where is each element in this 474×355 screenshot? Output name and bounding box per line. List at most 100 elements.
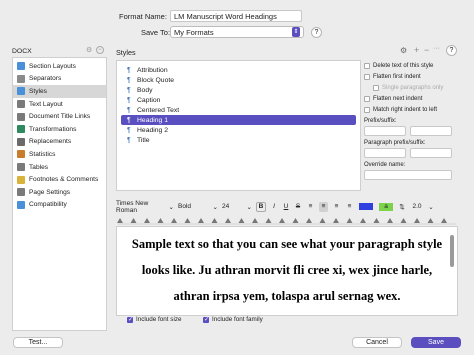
style-option[interactable]: Flatten next indent	[364, 93, 459, 104]
highlight-swatch: a	[379, 202, 393, 211]
tab-stop-marker[interactable]	[292, 218, 299, 223]
strikethrough-button[interactable]: S	[294, 202, 302, 212]
highlight-color-well[interactable]: a	[378, 202, 394, 212]
tab-stop-marker[interactable]	[225, 218, 231, 223]
help-button[interactable]: ?	[311, 27, 322, 38]
include-font-size-option[interactable]: Include font size	[127, 316, 182, 323]
tab-stop-marker[interactable]	[279, 218, 285, 223]
style-item[interactable]: ¶ Centered Text	[121, 105, 356, 115]
line-spacing-icon[interactable]: ⇅	[398, 202, 406, 212]
align-left-icon[interactable]: ≡	[306, 202, 315, 212]
sidebar-item-page-settings[interactable]: Page Settings	[13, 186, 106, 199]
preview-scrollbar[interactable]	[450, 235, 454, 267]
style-item[interactable]: ¶ Title	[121, 135, 356, 145]
ruler[interactable]	[116, 215, 458, 225]
tab-stop-marker[interactable]	[157, 218, 164, 223]
style-option[interactable]: Match right indent to left	[364, 104, 459, 115]
line-spacing-value[interactable]: 2.0	[410, 202, 424, 212]
tab-stop-marker[interactable]	[441, 218, 447, 223]
tab-stop-marker[interactable]	[414, 218, 420, 223]
style-item[interactable]: ¶ Heading 2	[121, 125, 356, 135]
align-center-icon[interactable]: ≡	[319, 201, 328, 212]
chevron-down-icon: ⌄	[212, 203, 218, 211]
tab-stop-marker[interactable]	[130, 218, 137, 223]
remove-icon[interactable]: −	[96, 46, 104, 54]
sidebar-item-transformations[interactable]: Transformations	[13, 123, 106, 136]
style-item-label: Caption	[137, 96, 161, 104]
sidebar-item-tables[interactable]: Tables	[13, 161, 106, 174]
save-to-select[interactable]: My Formats ⇕	[170, 26, 304, 38]
prefix-field[interactable]	[364, 126, 406, 136]
include-font-family-option[interactable]: Include font family	[203, 316, 263, 323]
chevron-down-icon[interactable]: ⌄	[428, 202, 434, 212]
text-color-well[interactable]	[358, 202, 374, 212]
style-item[interactable]: ¶ Attribution	[121, 65, 356, 75]
size-select[interactable]: 24 ⌄	[222, 202, 252, 212]
style-item[interactable]: ¶ Caption	[121, 95, 356, 105]
option-checkbox[interactable]	[364, 106, 370, 113]
sidebar-item-replacements[interactable]: Replacements	[13, 136, 106, 149]
option-checkbox[interactable]	[364, 62, 370, 69]
align-justify-icon[interactable]: ≡	[345, 202, 354, 212]
sidebar-item-text-layout[interactable]: Text Layout	[13, 98, 106, 111]
gear-icon[interactable]: ⚙	[400, 46, 407, 55]
sidebar-item-section-layouts[interactable]: Section Layouts	[13, 60, 106, 73]
paragraph-suffix-field[interactable]	[410, 148, 452, 158]
include-font-family-checkbox[interactable]	[203, 316, 209, 323]
weight-select[interactable]: Bold ⌄	[178, 202, 218, 212]
suffix-field[interactable]	[410, 126, 452, 136]
tab-stop-marker[interactable]	[117, 218, 123, 223]
align-right-icon[interactable]: ≡	[332, 202, 341, 212]
include-font-size-checkbox[interactable]	[127, 316, 133, 323]
tab-stop-marker[interactable]	[171, 218, 177, 223]
test-button[interactable]: Test...	[13, 337, 63, 348]
paragraph-prefix-field[interactable]	[364, 148, 406, 158]
format-type-select[interactable]: DOCX	[12, 45, 107, 57]
remove-style-icon[interactable]: −	[424, 45, 429, 55]
tab-stop-marker[interactable]	[427, 218, 434, 223]
tab-stop-marker[interactable]	[333, 218, 339, 223]
tab-stop-marker[interactable]	[252, 218, 258, 223]
tab-stop-marker[interactable]	[360, 218, 366, 223]
tab-stop-marker[interactable]	[387, 218, 393, 223]
italic-button[interactable]: I	[270, 202, 278, 212]
format-name-field[interactable]: LM Manuscript Word Headings	[170, 10, 302, 22]
sidebar-item-compatibility[interactable]: Compatibility	[13, 199, 106, 212]
option-checkbox[interactable]	[364, 95, 370, 102]
sidebar-item-styles[interactable]: Styles	[13, 85, 106, 98]
save-button[interactable]: Save	[411, 337, 461, 348]
sidebar-item-footnotes-comments[interactable]: Footnotes & Comments	[13, 173, 106, 186]
style-item[interactable]: ¶ Heading 1	[121, 115, 356, 125]
add-style-icon[interactable]: +	[414, 45, 419, 55]
tab-stop-marker[interactable]	[373, 218, 380, 223]
tab-stop-marker[interactable]	[211, 218, 218, 223]
tab-stop-marker[interactable]	[238, 218, 245, 223]
sidebar-item-statistics[interactable]: Statistics	[13, 148, 106, 161]
styles-help-button[interactable]: ?	[446, 45, 457, 56]
tab-stop-marker[interactable]	[400, 218, 407, 223]
section-layouts-icon	[17, 62, 25, 71]
style-item[interactable]: ¶ Body	[121, 85, 356, 95]
sidebar-item-label: Tables	[29, 163, 49, 171]
tab-stop-marker[interactable]	[346, 218, 353, 223]
font-select[interactable]: Times New Roman ⌄	[116, 200, 174, 214]
tab-stop-marker[interactable]	[319, 218, 326, 223]
style-option[interactable]: Delete text of this style	[364, 60, 459, 71]
underline-button[interactable]: U	[282, 202, 290, 212]
sidebar-item-label: Transformations	[29, 125, 77, 133]
style-option[interactable]: Flatten first indent	[364, 71, 459, 82]
settings-icon[interactable]: ⚙	[86, 46, 92, 54]
tab-stop-marker[interactable]	[184, 218, 191, 223]
override-name-field[interactable]	[364, 170, 452, 180]
tab-stop-marker[interactable]	[198, 218, 204, 223]
style-item[interactable]: ¶ Block Quote	[121, 75, 356, 85]
cancel-button[interactable]: Cancel	[352, 337, 402, 348]
sidebar-item-separators[interactable]: Separators	[13, 73, 106, 86]
more-icon[interactable]: ···	[433, 45, 440, 52]
tab-stop-marker[interactable]	[306, 218, 312, 223]
bold-button[interactable]: B	[256, 201, 266, 212]
tab-stop-marker[interactable]	[144, 218, 150, 223]
sidebar-item-document-title-links[interactable]: Document Title Links	[13, 110, 106, 123]
tab-stop-marker[interactable]	[265, 218, 272, 223]
option-checkbox[interactable]	[364, 73, 370, 80]
